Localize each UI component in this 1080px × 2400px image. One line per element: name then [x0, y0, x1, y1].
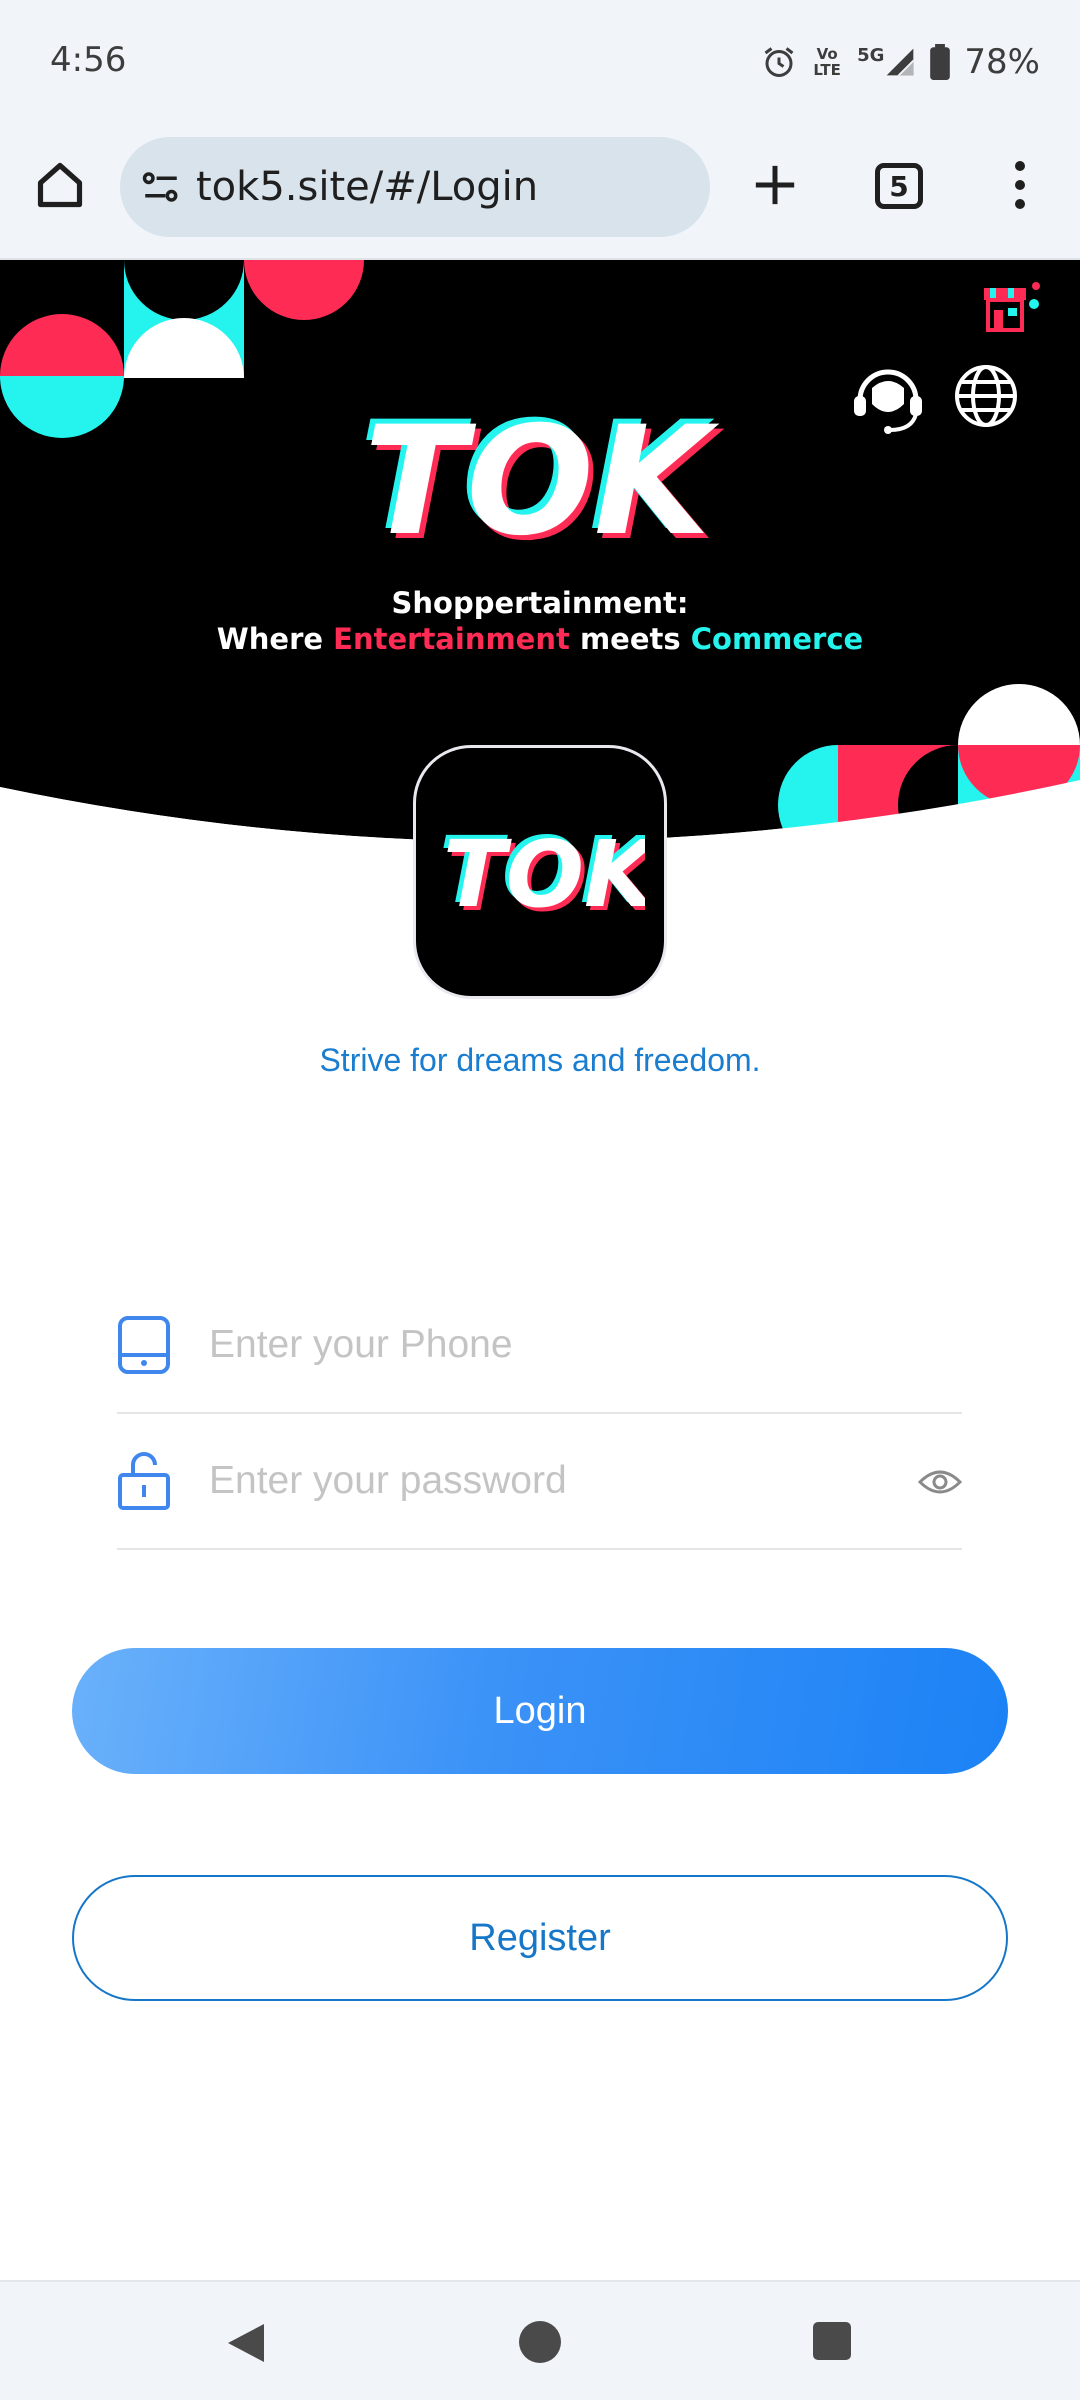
page-content: TOK TOK TOK Shoppertainment: Where Enter…: [0, 260, 1080, 2280]
home-nav-icon[interactable]: [519, 2321, 561, 2363]
new-tab-button[interactable]: [745, 155, 805, 215]
tagline-line2: Where Entertainment meets Commerce: [216, 622, 864, 656]
status-time: 4:56: [50, 40, 127, 80]
browser-home-button[interactable]: [30, 155, 90, 215]
svg-text:TOK: TOK: [443, 822, 645, 922]
home-icon: [37, 162, 83, 208]
url-text[interactable]: tok5.site/#/Login: [196, 164, 538, 210]
status-icons: Vo LTE 5G 78%: [761, 38, 1040, 86]
plus-icon: [755, 165, 795, 205]
shop-icon[interactable]: [980, 280, 1040, 340]
lock-icon: [117, 1451, 171, 1511]
cell-signal: 5G: [857, 45, 916, 79]
tagline-commerce: Commerce: [690, 622, 864, 656]
more-vert-icon: [1015, 161, 1025, 171]
network-type: 5G: [857, 45, 885, 66]
phone-input[interactable]: [209, 1323, 849, 1367]
customer-support-icon[interactable]: [850, 360, 926, 436]
site-settings-icon[interactable]: [140, 166, 182, 208]
phone-icon: [117, 1315, 171, 1375]
system-nav-bar: [0, 2280, 1080, 2400]
alarm-icon: [764, 47, 794, 77]
volte-indicator: Vo LTE: [813, 45, 841, 79]
slogan: Strive for dreams and freedom.: [319, 1042, 761, 1078]
phone-field-row: [117, 1278, 962, 1414]
tok-brand-logo: TOK TOK TOK: [359, 400, 725, 550]
register-button[interactable]: Register: [72, 1875, 1008, 2001]
password-field-row: [117, 1414, 962, 1550]
signal-icon: [887, 48, 914, 76]
back-nav-icon[interactable]: [224, 2322, 266, 2364]
app-logo-mark: TOK TOK TOK: [439, 822, 645, 922]
globe-icon[interactable]: [952, 362, 1020, 430]
tabs-button[interactable]: 5: [875, 163, 923, 209]
eye-icon[interactable]: [918, 1462, 962, 1502]
password-input[interactable]: [209, 1459, 849, 1503]
svg-text:TOK: TOK: [364, 400, 720, 550]
app-logo: TOK TOK TOK: [413, 745, 667, 999]
battery-icon: [930, 44, 951, 80]
browser-toolbar: tok5.site/#/Login 5: [0, 125, 1080, 260]
tagline-line1: Shoppertainment:: [391, 586, 689, 620]
tab-count: 5: [889, 169, 909, 203]
address-bar[interactable]: tok5.site/#/Login: [120, 137, 710, 237]
status-bar: 4:56 Vo LTE 5G 78%: [0, 0, 1080, 125]
more-menu-button[interactable]: [1000, 155, 1040, 215]
hero-tagline: Shoppertainment: Where Entertainment mee…: [0, 585, 1080, 657]
recents-nav-icon[interactable]: [813, 2322, 851, 2360]
login-button[interactable]: Login: [72, 1648, 1008, 1774]
battery-percent: 78%: [964, 42, 1040, 82]
tagline-entertainment: Entertainment: [333, 622, 570, 656]
